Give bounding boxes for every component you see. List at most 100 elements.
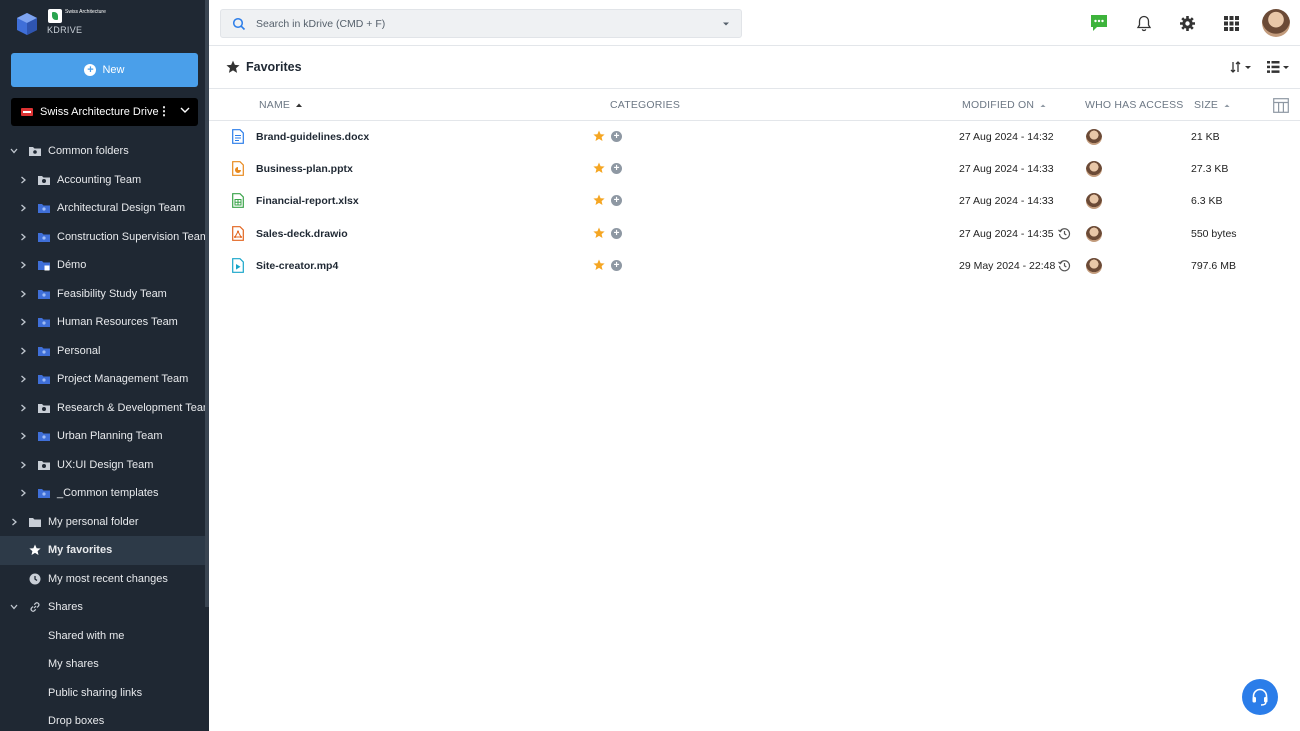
table-row[interactable]: Business-plan.pptx + 27 Aug 2024 - 14:33… bbox=[209, 153, 1300, 185]
favorite-star-icon[interactable] bbox=[593, 130, 605, 142]
chevron-right-icon[interactable] bbox=[18, 488, 28, 498]
tree-item-accounting-team[interactable]: Accounting Team bbox=[0, 166, 205, 195]
drive-selector[interactable]: Swiss Architecture Drive ⋮ bbox=[11, 98, 198, 126]
columns-settings-icon[interactable] bbox=[1273, 98, 1289, 113]
tree-item-architectural-design-team[interactable]: Architectural Design Team bbox=[0, 194, 205, 223]
app-logo[interactable]: Swiss Architecture KDRIVE bbox=[12, 7, 202, 39]
favorite-star-icon[interactable] bbox=[593, 227, 605, 239]
gear-icon[interactable] bbox=[1176, 12, 1198, 34]
favorite-star-icon[interactable] bbox=[593, 194, 605, 206]
chevron-down-icon[interactable] bbox=[9, 146, 19, 156]
support-button[interactable] bbox=[1242, 679, 1278, 715]
add-category-icon[interactable]: + bbox=[611, 131, 622, 142]
chevron-right-icon[interactable] bbox=[18, 374, 28, 384]
file-name[interactable]: Site-creator.mp4 bbox=[256, 260, 338, 272]
shared-folder-icon bbox=[38, 403, 50, 413]
tree-item-my-shares[interactable]: My shares bbox=[0, 650, 205, 679]
drive-menu-icon[interactable]: ⋮ bbox=[158, 104, 170, 118]
tree-item-label: My personal folder bbox=[48, 515, 139, 528]
chevron-right-icon[interactable] bbox=[18, 431, 28, 441]
chevron-down-icon[interactable] bbox=[179, 104, 191, 116]
file-size: 550 bytes bbox=[1191, 227, 1237, 240]
add-category-icon[interactable]: + bbox=[611, 259, 622, 271]
tree-item-human-resources-team[interactable]: Human Resources Team bbox=[0, 308, 205, 337]
caret-down-icon[interactable] bbox=[722, 20, 730, 28]
folder-tree: Common folders Accounting Team Architect… bbox=[0, 137, 209, 731]
team-folder-icon bbox=[38, 489, 50, 498]
chat-icon[interactable] bbox=[1088, 12, 1110, 34]
sort-asc-icon bbox=[296, 103, 303, 107]
column-size[interactable]: SIZE bbox=[1194, 99, 1230, 111]
tree-item-personal-folder[interactable]: My personal folder bbox=[0, 508, 205, 537]
chevron-right-icon[interactable] bbox=[18, 203, 28, 213]
tree-item-urban-planning-team[interactable]: Urban Planning Team bbox=[0, 422, 205, 451]
file-name[interactable]: Business-plan.pptx bbox=[256, 163, 353, 175]
table-row[interactable]: Site-creator.mp4 + 29 May 2024 - 22:48 7… bbox=[209, 250, 1300, 282]
version-history-icon[interactable] bbox=[1058, 259, 1071, 272]
column-categories[interactable]: CATEGORIES bbox=[610, 99, 680, 111]
chevron-right-icon[interactable] bbox=[18, 289, 28, 299]
tree-item-label: Architectural Design Team bbox=[57, 202, 186, 214]
tree-item-shares[interactable]: Shares bbox=[0, 593, 205, 622]
tree-item-public-links[interactable]: Public sharing links bbox=[0, 679, 205, 708]
column-name[interactable]: NAME bbox=[259, 99, 303, 111]
add-category-icon[interactable]: + bbox=[611, 195, 622, 207]
chevron-right-icon[interactable] bbox=[18, 460, 28, 470]
chevron-right-icon[interactable] bbox=[9, 517, 19, 527]
chevron-right-icon[interactable] bbox=[18, 232, 28, 242]
new-button[interactable]: + New bbox=[11, 53, 198, 87]
tree-item-feasibility-study-team[interactable]: Feasibility Study Team bbox=[0, 280, 205, 309]
add-category-icon[interactable]: + bbox=[611, 227, 622, 239]
video-file-icon bbox=[232, 257, 244, 273]
apps-grid-icon[interactable] bbox=[1220, 12, 1242, 34]
column-modified[interactable]: MODIFIED ON bbox=[962, 99, 1046, 111]
tree-item-common-folders[interactable]: Common folders bbox=[0, 137, 205, 166]
list-view-icon[interactable] bbox=[1267, 60, 1291, 74]
tree-item-recent-changes[interactable]: My most recent changes bbox=[0, 565, 205, 594]
file-name[interactable]: Sales-deck.drawio bbox=[256, 228, 348, 240]
user-avatar[interactable] bbox=[1262, 9, 1290, 37]
chevron-down-icon[interactable] bbox=[9, 602, 19, 612]
add-category-icon[interactable]: + bbox=[611, 163, 622, 175]
search-input[interactable]: Search in kDrive (CMD + F) bbox=[220, 9, 742, 38]
tree-item-drop-boxes[interactable]: Drop boxes bbox=[0, 707, 205, 731]
table-row[interactable]: Sales-deck.drawio + 27 Aug 2024 - 14:35 … bbox=[209, 218, 1300, 250]
access-avatar[interactable] bbox=[1086, 225, 1102, 242]
tree-item-demo[interactable]: Démo bbox=[0, 251, 205, 280]
favorite-star-icon[interactable] bbox=[593, 162, 605, 174]
chevron-right-icon[interactable] bbox=[18, 317, 28, 327]
tree-item-favorites[interactable]: My favorites bbox=[0, 536, 205, 565]
app-name: KDRIVE bbox=[47, 25, 83, 35]
column-access[interactable]: WHO HAS ACCESS bbox=[1085, 99, 1183, 111]
plus-circle-icon: + bbox=[84, 64, 97, 76]
file-list: Brand-guidelines.docx + 27 Aug 2024 - 14… bbox=[209, 121, 1300, 282]
file-name[interactable]: Financial-report.xlsx bbox=[256, 195, 359, 207]
table-row[interactable]: Financial-report.xlsx + 27 Aug 2024 - 14… bbox=[209, 185, 1300, 217]
tree-item-label: Shared with me bbox=[48, 629, 125, 642]
drawio-file-icon bbox=[232, 225, 244, 241]
access-avatar[interactable] bbox=[1086, 129, 1102, 145]
tree-item-construction-supervision-team[interactable]: Construction Supervision Team bbox=[0, 223, 209, 252]
access-avatar[interactable] bbox=[1086, 257, 1102, 274]
favorite-star-icon[interactable] bbox=[593, 259, 605, 271]
table-row[interactable]: Brand-guidelines.docx + 27 Aug 2024 - 14… bbox=[209, 121, 1300, 153]
tree-item-uxui-design-team[interactable]: UX:UI Design Team bbox=[0, 451, 205, 480]
tree-item-label: Démo bbox=[57, 259, 87, 271]
access-avatar[interactable] bbox=[1086, 193, 1102, 210]
access-avatar[interactable] bbox=[1086, 161, 1102, 178]
chevron-right-icon[interactable] bbox=[18, 403, 28, 413]
version-history-icon[interactable] bbox=[1058, 227, 1071, 240]
page-header: Favorites bbox=[209, 47, 1300, 89]
tree-item-project-management-team[interactable]: Project Management Team bbox=[0, 365, 205, 394]
tree-item-personal[interactable]: Personal bbox=[0, 337, 205, 366]
file-name[interactable]: Brand-guidelines.docx bbox=[256, 131, 369, 143]
org-logo-icon bbox=[48, 9, 62, 23]
tree-item-research-development-team[interactable]: Research & Development Team bbox=[0, 394, 209, 423]
chevron-right-icon[interactable] bbox=[18, 346, 28, 356]
bell-icon[interactable] bbox=[1133, 12, 1155, 34]
tree-item-common-templates[interactable]: _Common templates bbox=[0, 479, 205, 508]
sort-icon[interactable] bbox=[1230, 60, 1252, 74]
chevron-right-icon[interactable] bbox=[18, 260, 28, 270]
tree-item-shared-with-me[interactable]: Shared with me bbox=[0, 622, 205, 651]
chevron-right-icon[interactable] bbox=[18, 175, 28, 185]
